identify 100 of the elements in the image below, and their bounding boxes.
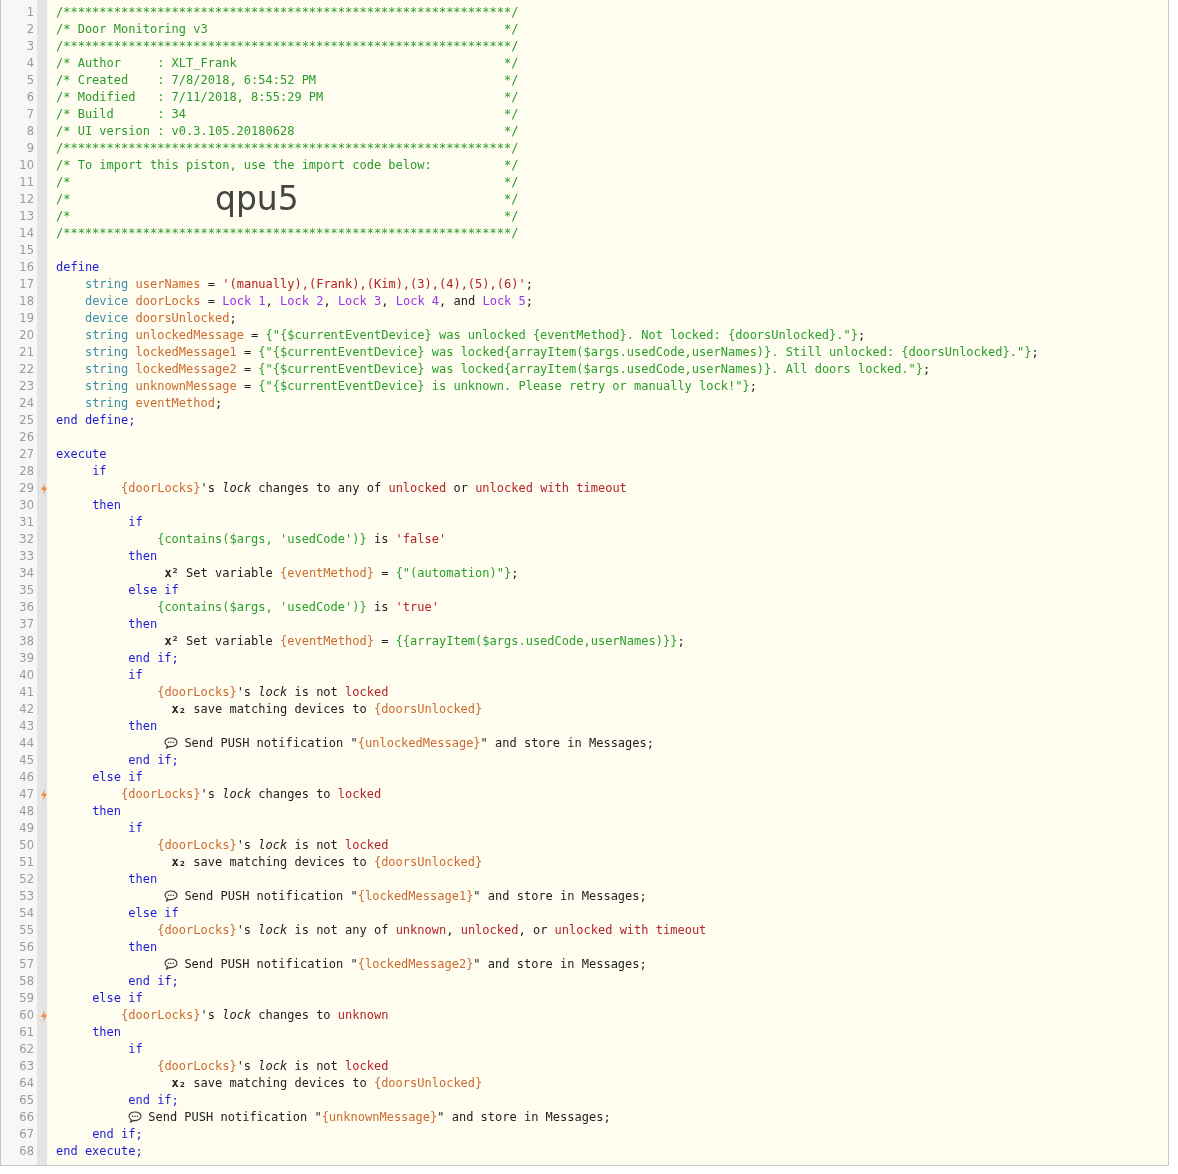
line-number: 11: [18, 174, 34, 191]
line-number: 32: [18, 531, 34, 548]
code-text: 's: [236, 838, 252, 852]
keyword: then: [92, 498, 122, 512]
line-number: 38: [18, 633, 34, 650]
code-comment: /* Created : 7/8/2018, 6:54:52 PM */: [56, 73, 519, 87]
line-number: 68: [18, 1143, 34, 1160]
line-number: 30: [18, 497, 34, 514]
line-number: 5: [25, 72, 34, 89]
code-text: save matching devices to: [193, 855, 367, 869]
line-number: 42: [18, 701, 34, 718]
operator-symbol: x₂: [171, 1076, 187, 1090]
code-comment: /**************************************************************/: [56, 226, 519, 240]
type-keyword: string: [84, 328, 129, 342]
line-number: 62: [18, 1041, 34, 1058]
line-number: 29: [18, 480, 34, 497]
line-number: 27: [18, 446, 34, 463]
code-text: Send PUSH notification ": [184, 736, 358, 750]
attribute-name: lock: [222, 787, 252, 801]
type-keyword: string: [84, 277, 129, 291]
code-comment: /**************************************************************/: [56, 5, 519, 19]
variable-name: {doorLocks}: [121, 481, 201, 495]
line-number: 41: [18, 684, 34, 701]
string-literal: '(manually),(Frank),(Kim),(3),(4),(5),(6)': [222, 277, 526, 291]
code-text: 's: [200, 1008, 215, 1022]
code-text: , or: [518, 923, 548, 937]
code-text: " and store in Messages;: [480, 736, 654, 750]
code-text: ,: [446, 923, 454, 937]
expression: {"{$currentEventDevice} is unknown. Please retry or manually lock!"}: [258, 379, 750, 393]
type-keyword: device: [84, 311, 129, 325]
code-comment: */: [503, 209, 519, 223]
attribute-name: lock: [222, 1008, 252, 1022]
code-text: Send PUSH notification ": [184, 957, 358, 971]
code-text: Send PUSH notification ": [148, 1110, 322, 1124]
attribute-name: lock: [222, 481, 252, 495]
line-number: 39: [18, 650, 34, 667]
code-text: =: [381, 566, 389, 580]
line-number: 56: [18, 939, 34, 956]
line-number: 46: [18, 769, 34, 786]
variable-name: {lockedMessage2}: [357, 957, 474, 971]
line-number: 57: [18, 956, 34, 973]
expression: {contains($args, 'usedCode')}: [157, 600, 367, 614]
code-text: Send PUSH notification ": [184, 889, 358, 903]
code-text: is not: [294, 1059, 338, 1073]
variable-name: {doorLocks}: [157, 838, 237, 852]
expression: {{arrayItem($args.usedCode,userNames)}}: [395, 634, 678, 648]
code-text: Set variable: [186, 634, 273, 648]
line-number: 49: [18, 820, 34, 837]
code-comment: /*: [56, 192, 71, 206]
code-text: changes to any of: [258, 481, 382, 495]
variable-name: lockedMessage1: [135, 345, 237, 359]
value-literal: locked: [345, 1059, 389, 1073]
code-text: ;: [229, 311, 237, 325]
line-number: 45: [18, 752, 34, 769]
line-number: 19: [18, 310, 34, 327]
code-text: ;: [858, 328, 866, 342]
code-text: ;: [511, 566, 519, 580]
line-number: 47: [18, 786, 34, 803]
code-comment: /* Author : XLT_Frank */: [56, 56, 519, 70]
code-text: " and store in Messages;: [437, 1110, 611, 1124]
line-number: 59: [18, 990, 34, 1007]
value-literal: locked: [345, 838, 389, 852]
line-number: 17: [18, 276, 34, 293]
code-comment: /**************************************************************/: [56, 39, 519, 53]
line-number: 12: [18, 191, 34, 208]
line-number: 22: [18, 361, 34, 378]
device-name: Lock 4: [395, 294, 440, 308]
keyword: else if: [128, 906, 179, 920]
operator-symbol: x²: [164, 634, 179, 648]
line-number: 48: [18, 803, 34, 820]
keyword: end if;: [92, 1127, 143, 1141]
keyword: then: [92, 1025, 122, 1039]
variable-name: doorsUnlocked: [135, 311, 230, 325]
expression: {contains($args, 'usedCode')}: [157, 532, 367, 546]
code-text: =: [243, 362, 252, 376]
code-text: =: [207, 294, 215, 308]
keyword: end execute;: [56, 1144, 143, 1158]
line-number: 51: [18, 854, 34, 871]
code-text: changes to: [258, 1008, 331, 1022]
line-number: 37: [18, 616, 34, 633]
code-text: 's: [236, 1059, 252, 1073]
keyword: end if;: [128, 651, 179, 665]
operator-symbol: x²: [164, 566, 179, 580]
variable-name: {doorsUnlocked}: [373, 855, 483, 869]
expression: {"{$currentEventDevice} was locked{arrayItem($args.usedCode,userNames)}. All doors locked."}: [258, 362, 924, 376]
line-number: 58: [18, 973, 34, 990]
keyword: else if: [92, 991, 143, 1005]
code-comment: /*: [56, 209, 71, 223]
type-keyword: string: [84, 345, 129, 359]
line-number: 26: [18, 429, 34, 446]
variable-name: {unlockedMessage}: [357, 736, 481, 750]
code-text: ;: [923, 362, 931, 376]
code-text: 's: [200, 481, 215, 495]
attribute-name: lock: [258, 685, 288, 699]
line-number: 7: [25, 106, 34, 123]
code-text: is: [373, 532, 389, 546]
line-number: 4: [25, 55, 34, 72]
code-text: ,: [381, 294, 389, 308]
line-number: 31: [18, 514, 34, 531]
keyword: if: [128, 668, 143, 682]
